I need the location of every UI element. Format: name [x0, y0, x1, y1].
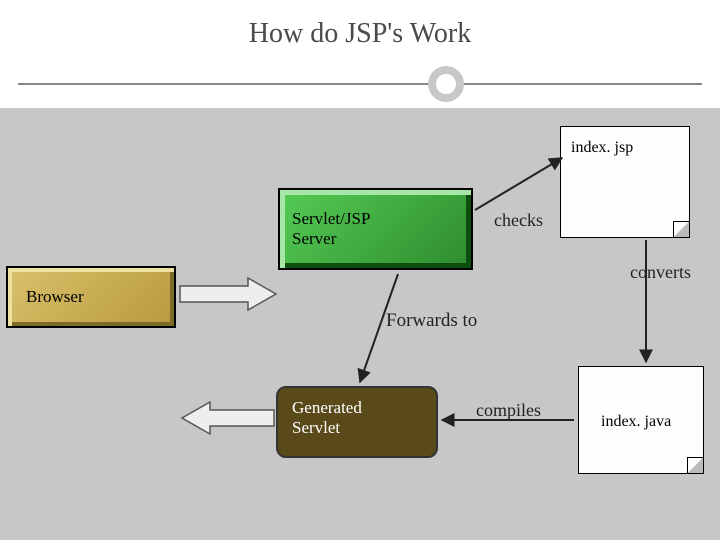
node-browser: Browser — [6, 266, 176, 328]
node-server: Servlet/JSP Server — [278, 188, 473, 270]
node-index-jsp: index. jsp — [560, 126, 690, 238]
page-title: How do JSP's Work — [0, 18, 720, 50]
page-fold-icon — [687, 457, 703, 473]
accent-circle-icon — [428, 66, 464, 102]
page-fold-icon — [673, 221, 689, 237]
node-index-java: index. java — [578, 366, 704, 474]
label-compiles: compiles — [476, 400, 541, 421]
node-generated-servlet-label: Generated Servlet — [292, 398, 362, 437]
node-index-java-label: index. java — [601, 413, 671, 431]
node-generated-servlet: Generated Servlet — [276, 386, 438, 458]
node-server-label: Servlet/JSP Server — [292, 209, 370, 249]
label-checks: checks — [494, 210, 543, 231]
label-forwards: Forwards to — [386, 310, 477, 332]
title-divider — [18, 83, 702, 85]
node-index-jsp-label: index. jsp — [571, 139, 633, 157]
label-converts: converts — [630, 262, 691, 283]
node-browser-label: Browser — [26, 287, 84, 307]
